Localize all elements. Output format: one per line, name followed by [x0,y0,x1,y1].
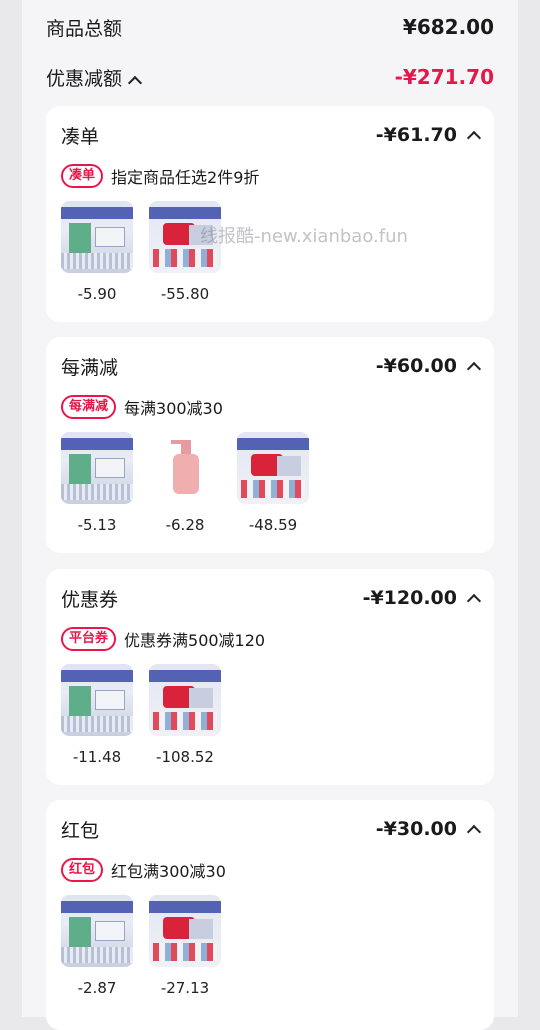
serum-set-image [61,201,133,273]
product-item[interactable]: -27.13 [149,895,221,997]
product-discount: -11.48 [72,748,122,766]
card-amount: -¥30.00 [375,818,457,840]
product-discount: -55.80 [160,285,210,303]
card-title: 红包 [61,819,100,842]
promo-rule: 红包 红包满300减30 [61,858,226,882]
total-row: 商品总额 ¥682.00 [46,7,494,47]
promo-tag: 红包 [61,858,104,882]
chevron-up-icon[interactable] [466,361,482,377]
card-meimanjian: 每满减 -¥60.00 每满减 每满300减30 -5.13 -6.28 -48… [46,337,494,553]
card-coupon: 优惠券 -¥120.00 平台券 优惠券满500减120 -11.48 -108… [46,569,494,785]
chevron-up-icon[interactable] [466,824,482,840]
promo-tag: 凑单 [61,164,104,188]
serum-set-image [61,664,133,736]
product-item[interactable]: -6.28 [149,432,221,534]
card-header[interactable]: 优惠券 -¥120.00 [61,584,482,612]
promo-rule: 平台券 优惠券满500减120 [61,627,265,651]
promo-rule: 凑单 指定商品任选2件9折 [61,164,259,188]
card-title: 优惠券 [61,588,119,611]
promo-rule-text: 优惠券满500减120 [124,631,266,650]
serum-set-image [61,432,133,504]
discount-toggle[interactable]: 优惠减额 [46,64,143,91]
cream-set-image [149,895,221,967]
promo-rule-text: 每满300减30 [124,399,223,418]
product-discount: -48.59 [248,516,298,534]
watermark-text: 线报酷-new.xianbao.fun [200,226,408,247]
card-hongbao: 红包 -¥30.00 红包 红包满300减30 -2.87 -27.13 [46,800,494,1030]
product-item[interactable]: -2.87 [61,895,133,997]
discount-detail-sheet: 商品总额 ¥682.00 优惠减额 -¥271.70 凑单 -¥61.70 凑单… [22,0,518,1030]
product-list: -5.90 -55.80 [61,201,237,303]
product-discount: -6.28 [165,516,205,534]
product-item[interactable]: -11.48 [61,664,133,766]
product-discount: -2.87 [77,979,117,997]
product-item[interactable]: -5.13 [61,432,133,534]
card-header[interactable]: 凑单 -¥61.70 [61,121,482,149]
total-value: ¥682.00 [402,15,494,39]
product-item[interactable]: -48.59 [237,432,309,534]
card-header[interactable]: 每满减 -¥60.00 [61,352,482,380]
product-discount: -27.13 [160,979,210,997]
cream-set-image [149,664,221,736]
product-discount: -5.90 [77,285,117,303]
product-item[interactable]: -55.80 [149,201,221,303]
card-amount: -¥120.00 [362,587,457,609]
product-item[interactable]: -108.52 [149,664,221,766]
product-list: -5.13 -6.28 -48.59 [61,432,325,534]
total-label: 商品总额 [46,17,123,40]
product-item[interactable]: -5.90 [61,201,133,303]
card-title: 凑单 [61,125,100,148]
discount-label: 优惠减额 [46,67,123,90]
product-discount: -5.13 [77,516,117,534]
promo-rule-text: 指定商品任选2件9折 [111,168,260,187]
promo-rule-text: 红包满300减30 [111,862,226,881]
card-title: 每满减 [61,356,119,379]
serum-set-image [61,895,133,967]
card-amount: -¥61.70 [375,124,457,146]
product-discount: -108.52 [156,748,214,766]
lotion-bottle-image [149,432,221,504]
product-list: -11.48 -108.52 [61,664,237,766]
promo-tag: 平台券 [61,627,117,651]
product-list: -2.87 -27.13 [61,895,237,997]
card-coudan: 凑单 -¥61.70 凑单 指定商品任选2件9折 -5.90 -55.80 [46,106,494,322]
cream-set-image [237,432,309,504]
card-header[interactable]: 红包 -¥30.00 [61,815,482,843]
card-amount: -¥60.00 [375,355,457,377]
promo-rule: 每满减 每满300减30 [61,395,223,419]
discount-row[interactable]: 优惠减额 -¥271.70 [46,57,494,97]
chevron-up-icon[interactable] [466,593,482,609]
promo-tag: 每满减 [61,395,117,419]
discount-value: -¥271.70 [394,65,494,89]
chevron-up-icon[interactable] [466,130,482,146]
chevron-up-icon [127,75,143,90]
